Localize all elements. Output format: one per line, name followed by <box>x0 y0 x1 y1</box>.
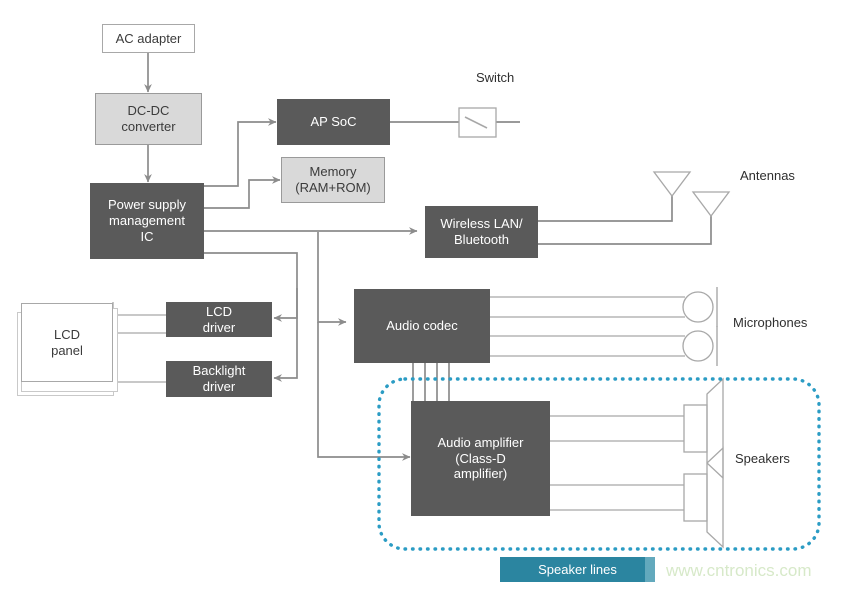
block-power-supply-management-ic-label: Power supply management IC <box>107 197 187 244</box>
block-audio-codec[interactable]: Audio codec <box>354 289 490 363</box>
block-backlight-driver[interactable]: Backlight driver <box>166 361 272 397</box>
block-memory-label: Memory (RAM+ROM) <box>295 164 371 195</box>
block-wireless-lan-bluetooth[interactable]: Wireless LAN/ Bluetooth <box>425 206 538 258</box>
legend-speaker-lines-label: Speaker lines <box>538 562 617 577</box>
block-lcd-driver[interactable]: LCD driver <box>166 302 272 337</box>
block-ap-soc-label: AP SoC <box>310 114 357 130</box>
block-memory[interactable]: Memory (RAM+ROM) <box>281 157 385 203</box>
block-ac-adapter-label: AC adapter <box>115 30 182 46</box>
legend-accent-tail <box>645 557 655 582</box>
label-speakers: Speakers <box>735 451 790 466</box>
block-audio-codec-label: Audio codec <box>386 318 458 334</box>
block-wireless-lan-bluetooth-label: Wireless LAN/ Bluetooth <box>440 216 523 247</box>
block-lcd-panel-label: LCD panel <box>51 326 83 358</box>
block-audio-amplifier-label: Audio amplifier (Class-D amplifier) <box>437 434 524 482</box>
label-microphones: Microphones <box>733 315 808 330</box>
block-diagram-canvas: AC adapter DC-DC converter Power supply … <box>0 0 851 592</box>
block-power-supply-management-ic[interactable]: Power supply management IC <box>90 183 204 259</box>
label-switch: Switch <box>476 70 515 85</box>
block-ap-soc[interactable]: AP SoC <box>277 99 390 145</box>
block-ac-adapter[interactable]: AC adapter <box>102 24 195 53</box>
block-backlight-driver-label: Backlight driver <box>192 363 246 394</box>
block-audio-amplifier[interactable]: Audio amplifier (Class-D amplifier) <box>411 401 550 516</box>
block-dc-dc-converter-label: DC-DC converter <box>121 103 176 134</box>
label-antennas: Antennas <box>740 168 795 183</box>
block-lcd-panel[interactable]: LCD panel <box>21 303 113 382</box>
legend-speaker-lines[interactable]: Speaker lines <box>500 557 655 582</box>
block-dc-dc-converter[interactable]: DC-DC converter <box>95 93 202 145</box>
block-lcd-driver-label: LCD driver <box>202 303 236 335</box>
watermark: www.cntronics.com <box>666 561 812 580</box>
